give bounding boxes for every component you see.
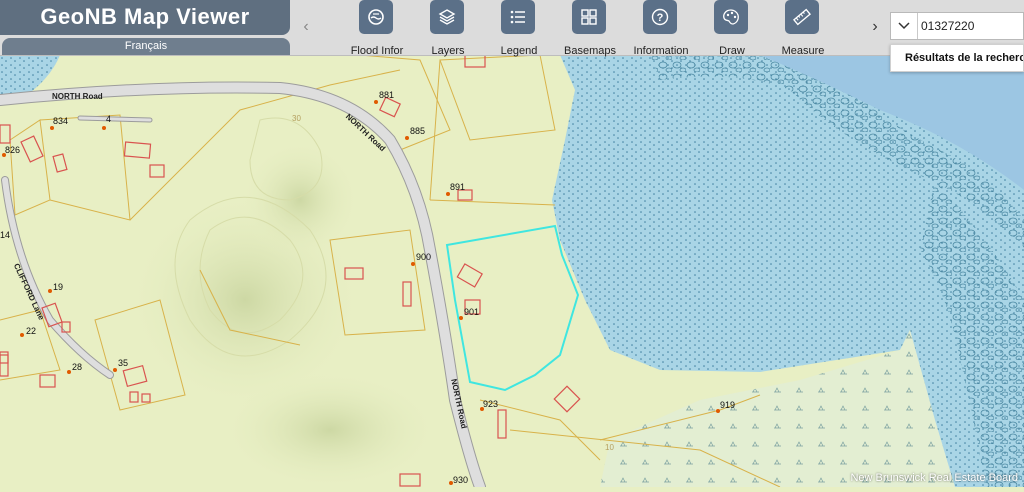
tool-measure[interactable]: Measure xyxy=(763,0,843,57)
toolbar-next-arrow[interactable]: › xyxy=(866,16,884,38)
toolbar-prev-arrow[interactable]: ‹ xyxy=(298,16,314,38)
parcel-number: 19 xyxy=(53,282,64,292)
parcel-number: 35 xyxy=(118,358,129,368)
tool-label: Information xyxy=(633,45,689,57)
measure-icon[interactable] xyxy=(785,0,819,34)
parcel-number: 885 xyxy=(410,126,426,136)
map-canvas[interactable]: NORTH Road NORTH Road NORTH Road CLIFFOR… xyxy=(0,0,1024,492)
parcel-number: 28 xyxy=(72,362,83,372)
contour-label: 10 xyxy=(605,443,614,452)
tool-draw[interactable]: Draw xyxy=(692,0,772,57)
tool-legend[interactable]: Legend xyxy=(479,0,559,57)
layers-icon[interactable] xyxy=(430,0,464,34)
parcel-number: 900 xyxy=(416,252,432,262)
tool-information[interactable]: ? Information xyxy=(621,0,701,57)
information-icon[interactable]: ? xyxy=(643,0,677,34)
parcel-number: 930 xyxy=(453,475,469,485)
tool-label: Legend xyxy=(500,45,538,57)
parcel-number: 826 xyxy=(5,145,21,155)
search-input[interactable] xyxy=(921,16,1021,36)
parcel-number: 14 xyxy=(0,230,11,240)
app-title: GeoNB Map Viewer xyxy=(40,4,250,29)
app-header: GeoNB Map Viewer xyxy=(0,0,290,35)
parcel-number: 834 xyxy=(53,116,69,126)
top-toolbar: GeoNB Map Viewer Français ‹ Flood Infor … xyxy=(0,0,1024,57)
tool-flood-info[interactable]: Flood Infor xyxy=(337,0,417,57)
parcel-number: 923 xyxy=(483,399,499,409)
parcel-number: 4 xyxy=(106,114,112,124)
contour-label: 30 xyxy=(292,114,301,123)
parcel-number: 881 xyxy=(379,90,395,100)
parcel-number: 901 xyxy=(464,307,480,317)
search-bar xyxy=(890,12,1024,40)
tool-label: Flood Infor xyxy=(350,45,404,57)
svg-text:?: ? xyxy=(657,12,664,24)
chevron-down-icon[interactable] xyxy=(891,13,918,39)
parcel-number: 891 xyxy=(450,182,466,192)
language-toggle-button[interactable]: Français xyxy=(2,38,290,55)
tool-basemaps[interactable]: Basemaps xyxy=(550,0,630,57)
tool-layers[interactable]: Layers xyxy=(408,0,488,57)
flood-icon[interactable] xyxy=(359,0,393,34)
parcel-number: 22 xyxy=(26,326,37,336)
map-attribution: New Brunswick Real Estate Board xyxy=(850,472,1018,484)
map-graphics xyxy=(0,0,1024,492)
basemaps-icon[interactable] xyxy=(572,0,606,34)
tool-label: Measure xyxy=(781,45,825,57)
tool-label: Layers xyxy=(431,45,465,57)
tool-label: Draw xyxy=(719,45,745,57)
parcel-number: 919 xyxy=(720,400,736,410)
tool-label: Basemaps xyxy=(564,45,616,57)
search-results-header[interactable]: Résultats de la recherch xyxy=(890,44,1024,72)
road-label-north-road-west: NORTH Road xyxy=(52,92,103,101)
draw-icon[interactable] xyxy=(714,0,748,34)
legend-icon[interactable] xyxy=(501,0,535,34)
